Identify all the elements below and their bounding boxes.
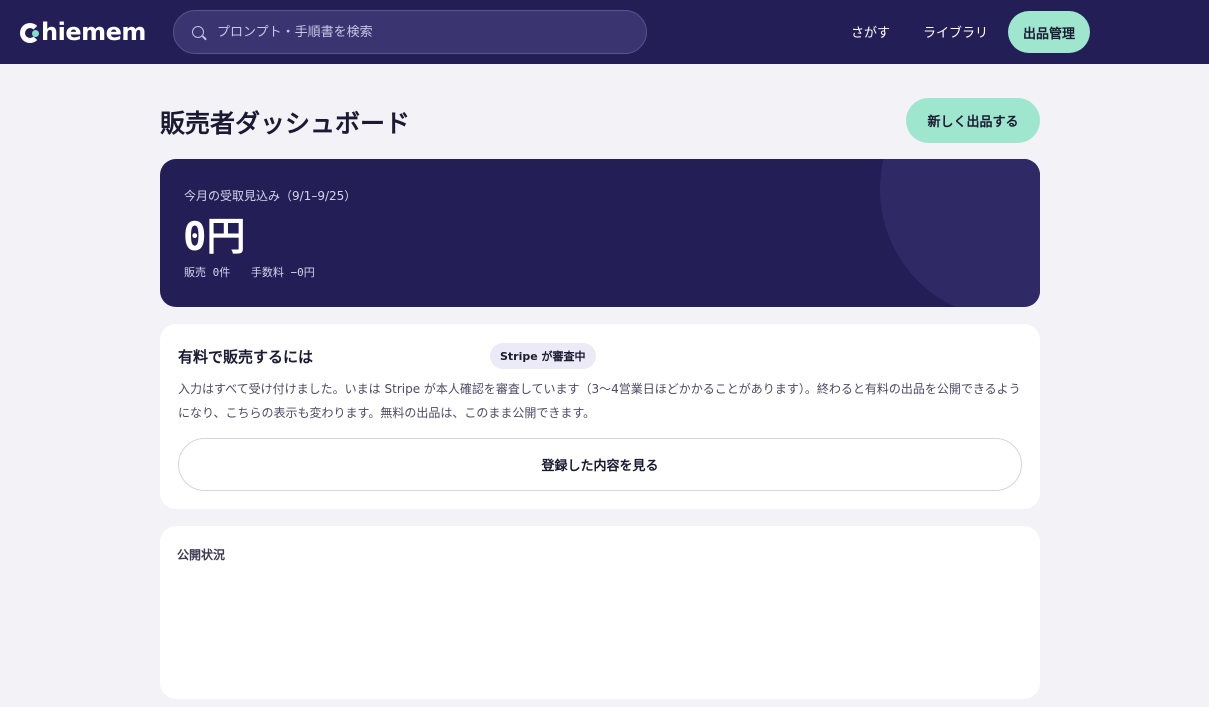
sales-count: 販売 0件 (184, 266, 231, 279)
nav-search-link[interactable]: さがす (851, 22, 890, 41)
revenue-card: 今月の受取見込み（9/1–9/25） 0円 販売 0件 手数料 −0円 (160, 159, 1040, 307)
publish-status-title: 公開状況 (177, 548, 226, 562)
search-box[interactable] (173, 10, 647, 54)
search-icon (192, 26, 204, 38)
page-title: 販売者ダッシュボード (160, 109, 411, 138)
nav-library-link[interactable]: ライブラリ (923, 22, 988, 41)
revenue-label: 今月の受取見込み（9/1–9/25） (184, 189, 357, 203)
stripe-status-badge: Stripe が審査中 (490, 343, 596, 369)
fee-amount: 手数料 −0円 (250, 266, 315, 279)
decorative-circle (880, 159, 1040, 307)
logo[interactable]: hiemem (20, 18, 146, 46)
publish-status-card: 公開状況 (160, 526, 1040, 699)
logo-text: hiemem (41, 18, 146, 46)
stripe-status-card: 有料で販売するには Stripe が審査中 入力はすべて受け付けました。いまは … (160, 324, 1040, 509)
stripe-description: 入力はすべて受け付けました。いまは Stripe が本人確認を審査しています（3… (178, 382, 1021, 420)
search-input[interactable] (217, 24, 617, 40)
top-bar: hiemem さがす ライブラリ 出品管理 (0, 0, 1209, 64)
revenue-amount: 0円 (183, 215, 246, 260)
nav-manage-listings[interactable]: 出品管理 (1008, 11, 1090, 53)
view-registration-button[interactable]: 登録した内容を見る (178, 438, 1022, 491)
revenue-meta: 販売 0件 手数料 −0円 (184, 264, 329, 280)
stripe-card-title: 有料で販売するには (178, 348, 314, 366)
logo-mark-icon (20, 21, 40, 43)
new-listing-button[interactable]: 新しく出品する (906, 98, 1040, 143)
